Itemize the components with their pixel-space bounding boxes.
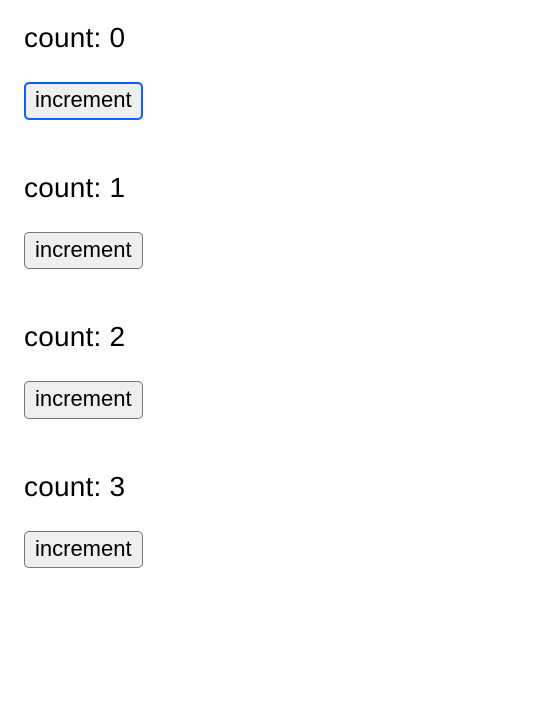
counter-group: count: 0 increment <box>24 22 526 154</box>
count-prefix: count: <box>24 321 109 352</box>
count-prefix: count: <box>24 172 109 203</box>
count-value: 2 <box>109 321 125 352</box>
increment-button[interactable]: increment <box>24 232 143 270</box>
count-value: 1 <box>109 172 125 203</box>
count-value: 0 <box>109 22 125 53</box>
counter-group: count: 2 increment <box>24 321 526 453</box>
count-value: 3 <box>109 471 125 502</box>
count-label: count: 0 <box>24 22 526 54</box>
increment-button[interactable]: increment <box>24 82 143 120</box>
increment-button[interactable]: increment <box>24 381 143 419</box>
counter-group: count: 1 increment <box>24 172 526 304</box>
count-label: count: 1 <box>24 172 526 204</box>
count-label: count: 3 <box>24 471 526 503</box>
count-prefix: count: <box>24 471 109 502</box>
count-label: count: 2 <box>24 321 526 353</box>
counter-group: count: 3 increment <box>24 471 526 603</box>
count-prefix: count: <box>24 22 109 53</box>
increment-button[interactable]: increment <box>24 531 143 569</box>
